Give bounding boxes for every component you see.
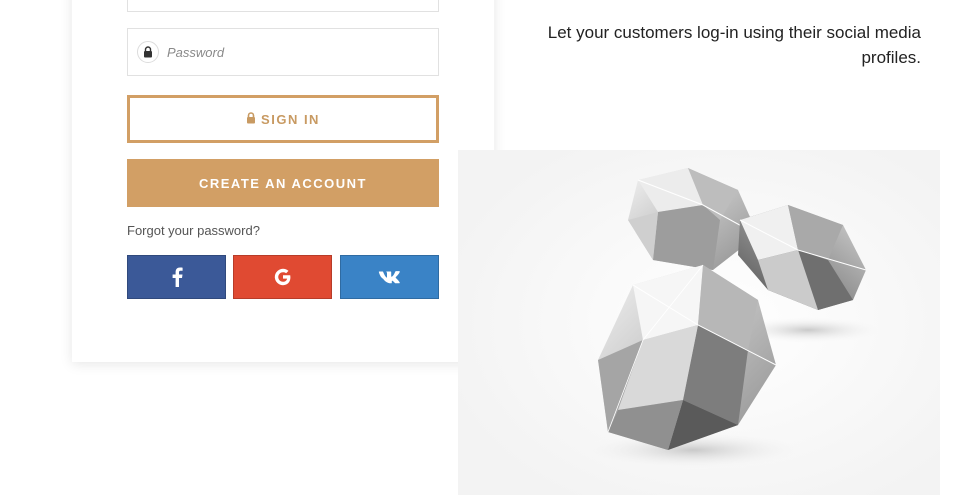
vk-icon: [378, 271, 400, 284]
google-login-button[interactable]: [233, 255, 332, 299]
password-input[interactable]: [159, 29, 438, 75]
vk-login-button[interactable]: [340, 255, 439, 299]
social-login-caption: Let your customers log-in using their so…: [547, 23, 921, 67]
create-account-label: CREATE AN ACCOUNT: [198, 175, 367, 191]
password-field[interactable]: [127, 28, 439, 76]
google-icon: [274, 268, 290, 286]
lock-icon: [137, 41, 159, 63]
email-field[interactable]: [127, 0, 439, 12]
sign-in-button[interactable]: SIGN IN: [127, 95, 439, 143]
lock-icon: [246, 111, 256, 127]
create-account-button[interactable]: CREATE AN ACCOUNT: [127, 159, 439, 207]
sign-in-label: SIGN IN: [261, 111, 320, 127]
facebook-login-button[interactable]: [127, 255, 226, 299]
email-input[interactable]: [159, 0, 438, 11]
forgot-password-link[interactable]: Forgot your password?: [127, 223, 260, 238]
facebook-icon: [172, 267, 183, 287]
diamonds-image: [458, 150, 940, 495]
